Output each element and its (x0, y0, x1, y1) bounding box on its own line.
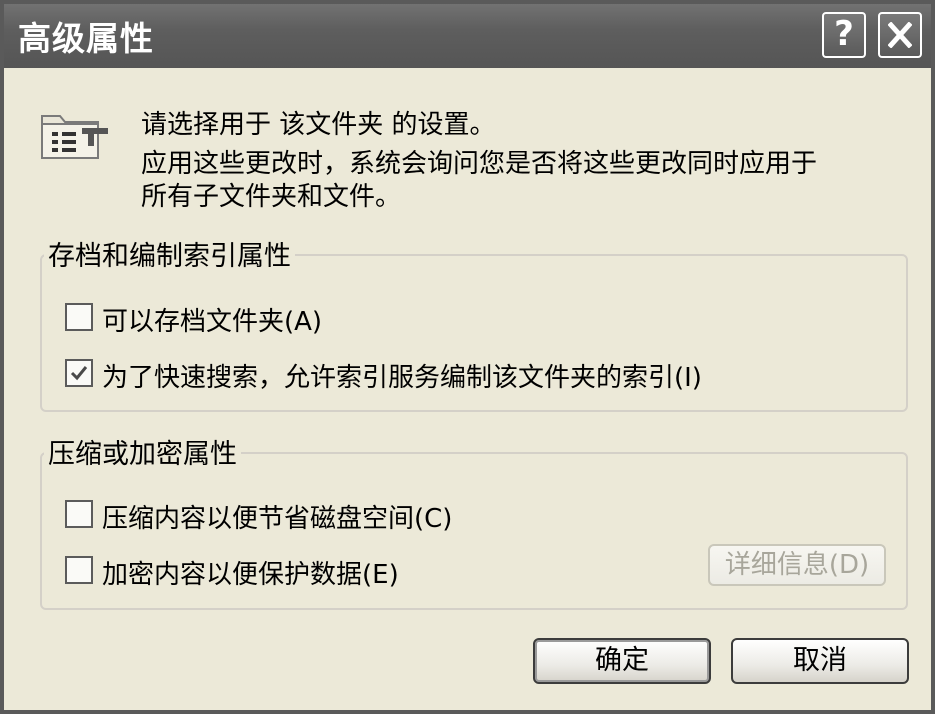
advanced-attributes-dialog: 高级属性 ? 请选择用于 该文件夹 的设置。 应用这些更改时，系统会询问您是否将… (0, 0, 935, 714)
close-icon (888, 22, 912, 48)
cancel-button[interactable]: 取消 (731, 638, 909, 684)
compress-checkbox-label[interactable]: 压缩内容以便节省磁盘空间(C) (102, 498, 452, 535)
index-checkbox-label[interactable]: 为了快速搜索，允许索引服务编制该文件夹的索引(I) (102, 357, 702, 394)
title-bar[interactable]: 高级属性 ? (4, 4, 931, 68)
help-button[interactable]: ? (822, 12, 866, 58)
intro-line-2: 应用这些更改时，系统会询问您是否将这些更改同时应用于 (141, 149, 818, 179)
archive-checkbox[interactable] (65, 303, 93, 331)
intro-line-3: 所有子文件夹和文件。 (141, 182, 402, 212)
compress-group-title: 压缩或加密属性 (44, 432, 241, 471)
archive-checkbox-label[interactable]: 可以存档文件夹(A) (102, 301, 322, 338)
intro-line-1: 请选择用于 该文件夹 的设置。 (141, 110, 496, 140)
window-title: 高级属性 (18, 19, 154, 58)
folder-properties-icon (41, 115, 108, 159)
details-button[interactable]: 详细信息(D) (708, 544, 886, 586)
archive-group-title: 存档和编制索引属性 (44, 234, 295, 273)
checkmark-icon (70, 366, 88, 381)
encrypt-checkbox-label[interactable]: 加密内容以便保护数据(E) (102, 554, 399, 591)
encrypt-checkbox[interactable] (65, 556, 93, 584)
index-checkbox[interactable] (65, 359, 93, 387)
compress-checkbox[interactable] (65, 500, 93, 528)
close-button[interactable] (878, 12, 922, 58)
ok-button[interactable]: 确定 (533, 638, 711, 684)
